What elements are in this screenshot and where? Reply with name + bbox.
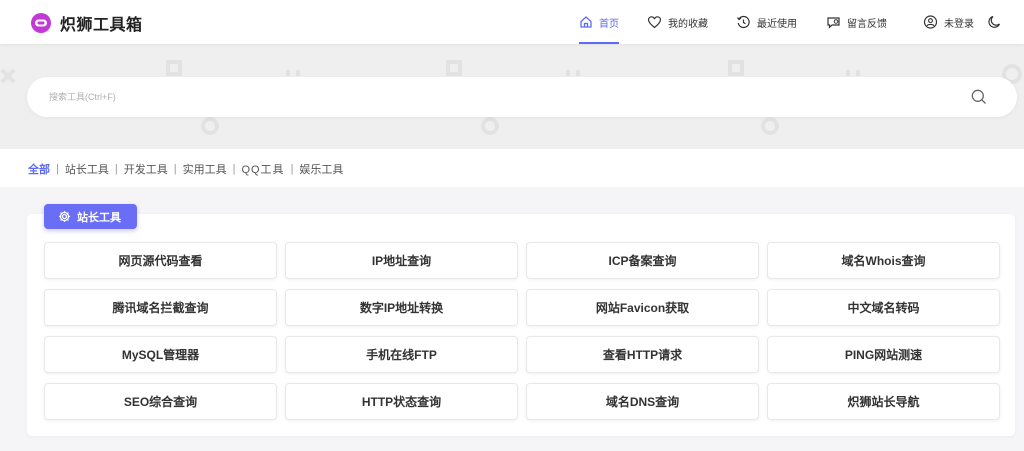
nav-login[interactable]: 未登录 <box>923 0 974 44</box>
search-input[interactable] <box>49 77 949 117</box>
filter-tab-dev[interactable]: 开发工具 <box>124 161 168 177</box>
category-title: 站长工具 <box>77 211 121 224</box>
moon-icon <box>988 15 1001 28</box>
tool-button[interactable]: 网站Favicon获取 <box>526 289 759 326</box>
tool-button[interactable]: 腾讯域名拦截查询 <box>44 289 277 326</box>
tool-button[interactable]: 网页源代码查看 <box>44 242 277 279</box>
theme-toggle-button[interactable] <box>987 0 1007 44</box>
filter-tab-webmaster[interactable]: 站长工具 <box>65 161 109 177</box>
tool-button[interactable]: 炽狮站长导航 <box>767 383 1000 420</box>
tool-button[interactable]: 中文域名转码 <box>767 289 1000 326</box>
message-icon <box>827 17 840 29</box>
gear-icon <box>59 211 70 222</box>
category-badge[interactable]: 站长工具 <box>44 204 137 229</box>
home-icon <box>580 16 592 28</box>
nav-favorites-label: 我的收藏 <box>668 18 708 30</box>
filter-tab-qq[interactable]: QQ工具 <box>241 161 284 177</box>
search-banner <box>0 44 1024 149</box>
nav-feedback[interactable]: 留言反馈 <box>826 0 887 44</box>
tool-button[interactable]: IP地址查询 <box>285 242 518 279</box>
tool-button[interactable]: 数字IP地址转换 <box>285 289 518 326</box>
tool-button[interactable]: 手机在线FTP <box>285 336 518 373</box>
tool-button[interactable]: MySQL管理器 <box>44 336 277 373</box>
filter-tab-fun[interactable]: 娱乐工具 <box>299 161 343 177</box>
nav-login-label: 未登录 <box>944 18 974 30</box>
tool-button[interactable]: SEO综合查询 <box>44 383 277 420</box>
category-filter-bar: 全部 | 站长工具 | 开发工具 | 实用工具 | QQ工具 | 娱乐工具 <box>0 149 1024 187</box>
category-filter: 全部 | 站长工具 | 开发工具 | 实用工具 | QQ工具 | 娱乐工具 <box>28 161 343 177</box>
tools-grid: 网页源代码查看 IP地址查询 ICP备案查询 域名Whois查询 腾讯域名拦截查… <box>44 242 1000 420</box>
search-icon[interactable] <box>970 88 988 106</box>
heart-icon <box>647 16 662 29</box>
filter-tab-all[interactable]: 全部 <box>28 161 50 177</box>
nav-recent-label: 最近使用 <box>757 18 797 30</box>
nav-home-label: 首页 <box>599 18 619 30</box>
brand-logo[interactable]: 炽狮工具箱 <box>30 11 143 35</box>
nav-recent[interactable]: 最近使用 <box>736 0 797 44</box>
tool-button[interactable]: 域名DNS查询 <box>526 383 759 420</box>
top-navigation-bar: 炽狮工具箱 首页 我的收藏 最近使用 留言反馈 未登录 <box>0 0 1024 44</box>
tool-button[interactable]: PING网站测速 <box>767 336 1000 373</box>
filter-separator: | <box>232 163 236 175</box>
user-icon <box>923 15 938 29</box>
filter-separator: | <box>290 163 294 175</box>
nav-feedback-label: 留言反馈 <box>847 18 887 30</box>
brand-name: 炽狮工具箱 <box>60 17 143 34</box>
lion-logo-icon <box>30 12 52 34</box>
tool-button[interactable]: HTTP状态查询 <box>285 383 518 420</box>
filter-tab-utility[interactable]: 实用工具 <box>183 161 227 177</box>
filter-separator: | <box>114 163 118 175</box>
filter-separator: | <box>173 163 177 175</box>
search-box <box>27 77 1017 117</box>
history-icon <box>737 15 750 29</box>
tool-button[interactable]: 查看HTTP请求 <box>526 336 759 373</box>
nav-home[interactable]: 首页 <box>579 0 619 44</box>
tool-button[interactable]: ICP备案查询 <box>526 242 759 279</box>
filter-separator: | <box>56 163 59 175</box>
nav-favorites[interactable]: 我的收藏 <box>647 0 708 44</box>
tool-button[interactable]: 域名Whois查询 <box>767 242 1000 279</box>
